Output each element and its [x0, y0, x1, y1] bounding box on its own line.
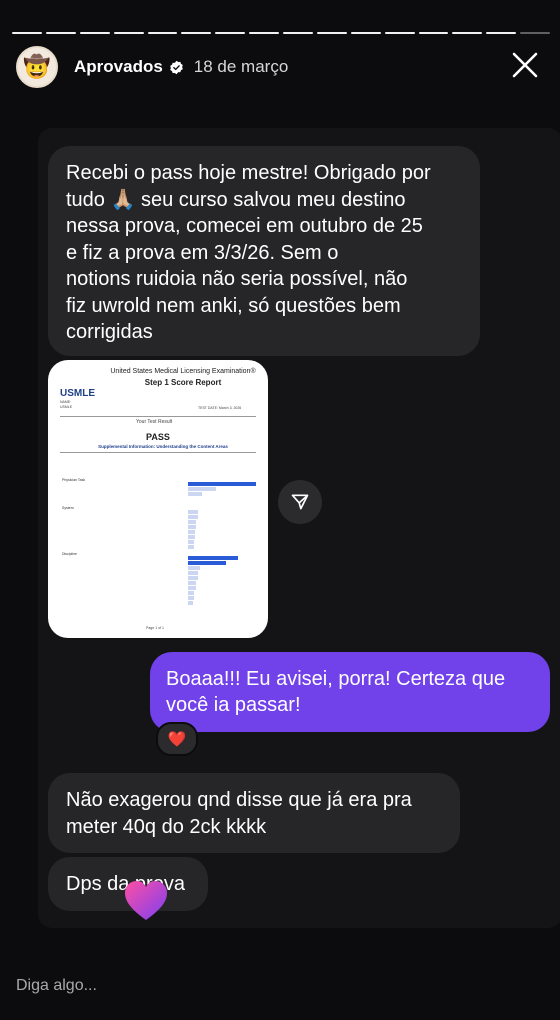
- usmle-report-document: United States Medical Licensing Examinat…: [48, 360, 268, 638]
- username[interactable]: Aprovados: [74, 57, 163, 77]
- message-text: Não exagerou qnd disse que já era pra me…: [66, 789, 412, 838]
- story-progress-segment: [215, 32, 246, 34]
- usmle-logo: USMLE: [60, 388, 95, 399]
- verified-badge-icon: [169, 60, 183, 74]
- story-date: 18 de março: [193, 57, 289, 76]
- report-header-line1: United States Medical Licensing Examinat…: [110, 368, 256, 375]
- story-progress-segment: [283, 32, 313, 34]
- report-footer: Page 1 of 1: [146, 626, 164, 630]
- divider: [60, 452, 256, 453]
- report-test-date: TEST DATE: March 3, 2026: [198, 406, 242, 410]
- share-button[interactable]: [278, 480, 322, 524]
- story-progress-segment: [384, 32, 415, 34]
- report-section-title: Supplemental Information: Understanding …: [98, 444, 228, 449]
- story-progress-segment: [316, 32, 347, 34]
- story-progress-segment: [181, 32, 212, 34]
- story-header: 🤠 Aprovados 18 de março: [16, 44, 550, 90]
- received-message-bubble: Não exagerou qnd disse que já era pra me…: [48, 773, 460, 853]
- paper-plane-icon: [291, 494, 309, 510]
- story-progress-segment: [113, 32, 144, 34]
- cowboy-hat-icon: 🤠: [23, 54, 51, 79]
- reply-bar: [0, 962, 560, 1010]
- report-name-label: NAME:: [60, 400, 72, 404]
- story-progress-segment: [418, 32, 449, 34]
- sent-message-bubble: Boaaa!!! Eu avisei, porra! Certeza que v…: [150, 652, 550, 732]
- story-progress-segment: [486, 32, 517, 34]
- story-progress-segment: [350, 32, 381, 34]
- story-progress-segment: [147, 32, 178, 34]
- pass-result: PASS: [146, 432, 170, 442]
- story-progress-segment: [79, 32, 110, 34]
- your-test-result-label: Your Test Result: [136, 419, 173, 425]
- reply-input[interactable]: [0, 962, 560, 1010]
- close-icon[interactable]: [510, 50, 540, 80]
- message-text: Boaaa!!! Eu avisei, porra! Certeza que v…: [166, 668, 506, 716]
- report-usmle-label: USMLE: [60, 405, 73, 409]
- received-message-bubble: Recebi o pass hoje mestre! Obrigado por …: [48, 146, 480, 356]
- score-report-photo[interactable]: United States Medical Licensing Examinat…: [48, 360, 268, 638]
- story-progress: [12, 32, 550, 34]
- story-progress-segment: [452, 32, 483, 34]
- divider: [60, 416, 256, 417]
- heart-reaction[interactable]: ❤️: [156, 722, 198, 756]
- avatar[interactable]: 🤠: [16, 46, 58, 88]
- story-progress-segment: [12, 32, 42, 34]
- report-header-line2: Step 1 Score Report: [144, 378, 222, 387]
- heart-sticker-icon: [125, 881, 167, 920]
- heart-icon: ❤️: [167, 731, 187, 748]
- story-progress-segment: [249, 32, 279, 34]
- story-progress-segment: [520, 32, 550, 34]
- message-text: Recebi o pass hoje mestre! Obrigado por …: [66, 162, 431, 343]
- story-progress-segment: [45, 32, 76, 34]
